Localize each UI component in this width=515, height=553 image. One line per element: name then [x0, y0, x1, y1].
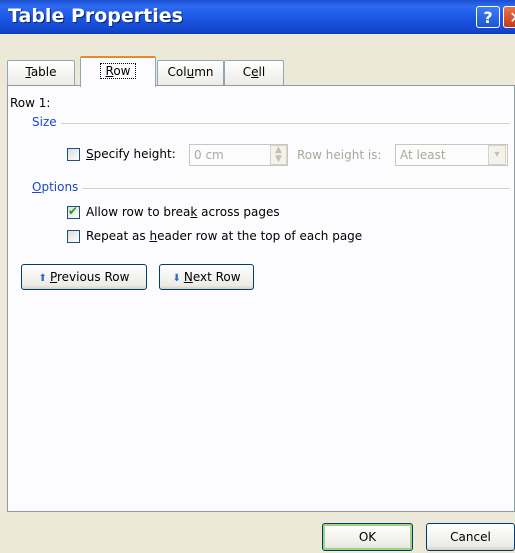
repeat-header-pre: Repeat as: [86, 229, 150, 243]
chevron-down-icon[interactable]: ▾: [488, 145, 506, 165]
allow-break-text: across pages: [197, 205, 280, 219]
size-group-divider: [32, 123, 510, 124]
tab-cell-pre: C: [242, 65, 252, 79]
tab-cell-key: e: [251, 65, 259, 79]
allow-break-checkbox[interactable]: [67, 204, 80, 219]
next-row-label: ext Row: [192, 270, 241, 284]
tab-table-label: able: [30, 65, 57, 79]
ok-button[interactable]: OK: [322, 523, 413, 551]
help-button[interactable]: ?: [476, 6, 500, 28]
tab-column-pre: Col: [167, 65, 187, 79]
height-spinner[interactable]: ▲ ▼: [270, 145, 287, 165]
table-properties-dialog: Table Properties ? ✕ Table Row Column Ce…: [0, 0, 515, 553]
row-heading: Row 1:: [10, 96, 51, 110]
row-tab-panel: Row 1: Size Specify height: 0 cm ▲ ▼ Row …: [7, 85, 515, 512]
options-group-label: Options: [32, 180, 83, 194]
close-button[interactable]: ✕: [503, 6, 515, 28]
tab-column[interactable]: Column: [157, 60, 224, 85]
tab-row-label: ow: [113, 64, 131, 78]
previous-row-button[interactable]: ⬆ Previous Row: [21, 264, 147, 290]
size-group-label: Size: [32, 115, 61, 129]
tab-column-label: mn: [194, 65, 214, 79]
cancel-button[interactable]: Cancel: [426, 523, 515, 551]
row-height-is-value: At least: [400, 148, 446, 162]
options-group-text: ptions: [41, 180, 79, 194]
specify-height-key: S: [86, 147, 94, 161]
next-row-key: N: [183, 270, 193, 284]
tab-cell[interactable]: Cell: [224, 60, 284, 85]
previous-row-key: P: [49, 270, 57, 284]
height-value: 0 cm: [194, 148, 224, 162]
repeat-header-text: eader row at the top of each page: [157, 229, 363, 243]
allow-break-pre: Allow row to brea: [86, 205, 191, 219]
repeat-header-checkbox[interactable]: [67, 230, 80, 243]
down-arrow-icon: ⬇: [172, 273, 181, 284]
tab-table[interactable]: Table: [7, 60, 75, 85]
next-row-button[interactable]: ⬇ Next Row: [159, 264, 254, 290]
tab-cell-label: ll: [258, 65, 266, 79]
title-bar[interactable]: Table Properties ? ✕: [0, 0, 515, 34]
specify-height-text: pecify height:: [93, 147, 176, 161]
tab-row[interactable]: Row: [80, 56, 156, 87]
allow-break-label[interactable]: Allow row to break across pages: [86, 205, 280, 219]
repeat-header-key: h: [149, 229, 158, 243]
repeat-header-label[interactable]: Repeat as header row at the top of each …: [86, 229, 362, 243]
options-group-divider: [32, 188, 510, 189]
previous-row-label: revious Row: [56, 270, 130, 284]
specify-height-label[interactable]: Specify height:: [86, 147, 176, 161]
window-title: Table Properties: [8, 5, 183, 27]
row-height-is-label: Row height is:: [297, 148, 382, 162]
up-arrow-icon: ⬆: [38, 273, 47, 284]
specify-height-checkbox[interactable]: [67, 148, 80, 161]
tab-row-focus: Row: [99, 63, 137, 79]
